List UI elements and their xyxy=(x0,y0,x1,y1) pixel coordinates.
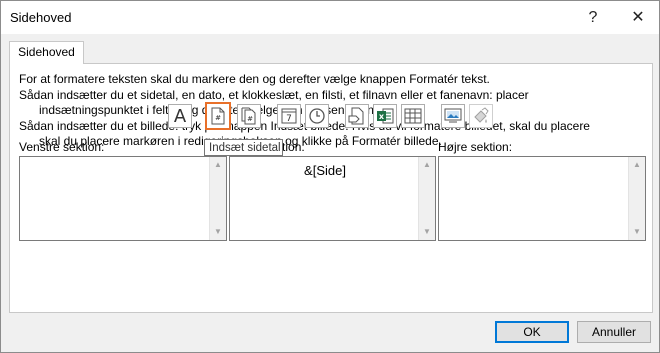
insert-file-path-button[interactable] xyxy=(345,104,369,128)
insert-time-button[interactable] xyxy=(305,104,329,128)
scroll-up-icon[interactable]: ▲ xyxy=(210,157,226,173)
ok-button[interactable]: OK xyxy=(495,321,569,343)
help-button[interactable]: ? xyxy=(573,1,613,34)
left-section-scrollbar[interactable]: ▲ ▼ xyxy=(209,157,226,240)
right-section-editor[interactable]: ▲ ▼ xyxy=(438,156,646,241)
svg-text:#: # xyxy=(247,115,253,123)
left-section-label: Venstre sektion: xyxy=(19,140,105,154)
insert-picture-button[interactable] xyxy=(441,104,465,128)
instruction-line: Sådan indsætter du et billede: tryk på k… xyxy=(19,118,590,133)
sheet-name-icon xyxy=(404,108,422,124)
header-dialog: Sidehoved ? ✕ Sidehoved For at formatere… xyxy=(0,0,660,353)
scroll-down-icon[interactable]: ▼ xyxy=(210,224,226,240)
title-bar: Sidehoved ? ✕ xyxy=(1,1,659,34)
close-button[interactable]: ✕ xyxy=(618,1,658,34)
dialog-title: Sidehoved xyxy=(10,10,72,25)
tab-strip: Sidehoved xyxy=(9,41,651,64)
svg-text:x: x xyxy=(379,112,385,121)
excel-file-icon: x xyxy=(377,108,394,124)
date-icon: 7 xyxy=(281,108,297,124)
center-section-text: &[Side] xyxy=(304,163,346,178)
right-section-scrollbar[interactable]: ▲ ▼ xyxy=(628,157,645,240)
instruction-line: skal du placere markøren i redigeringsbo… xyxy=(39,134,442,148)
picture-icon xyxy=(444,108,462,123)
scroll-down-icon[interactable]: ▼ xyxy=(629,224,645,240)
instruction-line: indsætningspunktet i feltet, og derefter… xyxy=(39,103,391,117)
tab-header[interactable]: Sidehoved xyxy=(9,41,84,64)
scroll-up-icon[interactable]: ▲ xyxy=(419,157,435,173)
insert-page-number-button[interactable]: # xyxy=(205,102,231,130)
center-section-editor[interactable]: &[Side] ▲ ▼ xyxy=(229,156,436,241)
insert-file-name-button[interactable]: x xyxy=(373,104,397,128)
number-of-pages-icon: # xyxy=(241,107,256,125)
clock-icon xyxy=(309,108,325,124)
instructions: For at formatere teksten skal du markere… xyxy=(19,72,639,150)
format-text-button[interactable]: A xyxy=(168,104,192,128)
insert-date-button[interactable]: 7 xyxy=(277,104,301,128)
page-number-icon: # xyxy=(211,107,225,125)
insert-number-of-pages-button[interactable]: # xyxy=(237,104,261,128)
file-path-icon xyxy=(348,107,364,125)
svg-text:#: # xyxy=(215,114,221,122)
scroll-up-icon[interactable]: ▲ xyxy=(629,157,645,173)
insert-sheet-name-button[interactable] xyxy=(401,104,425,128)
scroll-down-icon[interactable]: ▼ xyxy=(419,224,435,240)
instruction-line: Sådan indsætter du et sidetal, en dato, … xyxy=(19,87,529,102)
right-section-label: Højre sektion: xyxy=(438,140,513,154)
format-picture-button[interactable] xyxy=(469,104,493,128)
tooltip: Indsæt sidetal xyxy=(204,139,283,156)
left-section-editor[interactable]: ▲ ▼ xyxy=(19,156,227,241)
cancel-button[interactable]: Annuller xyxy=(577,321,651,343)
format-text-icon: A xyxy=(173,105,187,127)
instruction-line: For at formatere teksten skal du markere… xyxy=(19,72,490,86)
svg-text:7: 7 xyxy=(286,114,292,124)
center-section-scrollbar[interactable]: ▲ ▼ xyxy=(418,157,435,240)
format-picture-icon xyxy=(474,107,489,123)
